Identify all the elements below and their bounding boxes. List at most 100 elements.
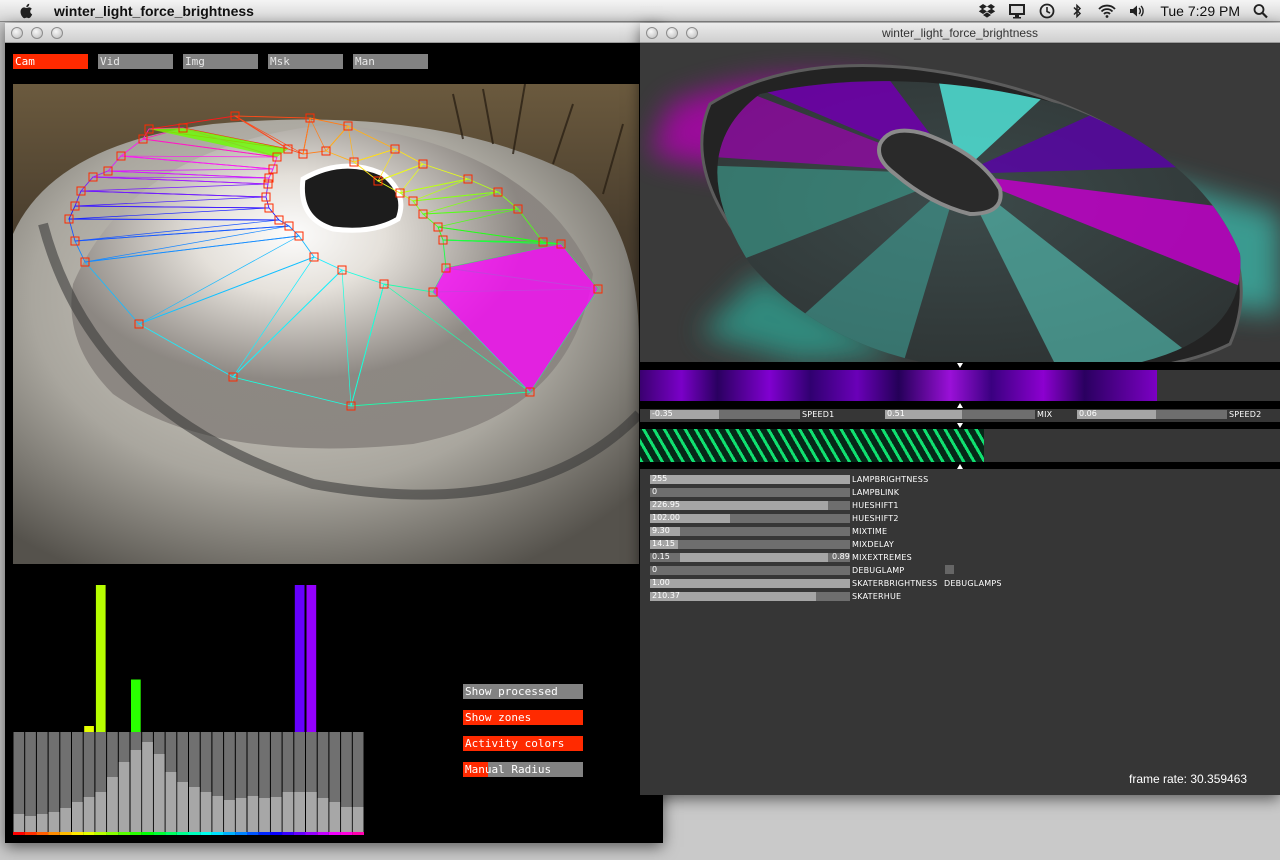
mixdelay-slider[interactable]: 14.15 — [650, 539, 850, 549]
zone-level-bar — [306, 792, 317, 832]
debuglamp-label: DEBUGLAMP — [852, 566, 905, 575]
zone-color-swatch — [282, 832, 294, 835]
speed2-slider[interactable]: 0.06 — [1077, 409, 1227, 419]
skaterhue-label: SKATERHUE — [852, 592, 902, 601]
zone-level-bar — [118, 762, 130, 832]
zone-color-swatch — [71, 832, 84, 835]
bluetooth-icon[interactable] — [1068, 3, 1086, 19]
zone-level-bar — [212, 796, 224, 832]
lampbrightness-slider[interactable]: 255 — [650, 474, 850, 484]
lampblink-value: 0 — [652, 487, 658, 496]
zone-color-swatch — [270, 832, 283, 835]
zone-level-bar — [48, 812, 60, 832]
zone-color-swatch — [176, 832, 189, 835]
zone-color-swatch — [118, 832, 130, 835]
hueshift2-slider[interactable]: 102.00 — [650, 513, 850, 523]
stripe-marker-bottom[interactable] — [957, 464, 963, 469]
zone-level-bar — [13, 814, 25, 832]
zone-color-swatch — [188, 832, 201, 835]
zone-activity-bar — [306, 585, 317, 732]
zone-color-swatch — [211, 832, 224, 835]
spotlight-search-icon[interactable] — [1252, 3, 1270, 19]
zone-color-swatch — [141, 832, 154, 835]
zone-level-bar — [341, 807, 352, 832]
dropbox-icon[interactable] — [978, 3, 996, 19]
zone-level-bar — [189, 787, 200, 832]
hueshift1-slider[interactable]: 226.95 — [650, 500, 850, 510]
menu-clock[interactable]: Tue 7:29 PM — [1160, 3, 1240, 19]
output-window: winter_light_force_brightness -0.35 SPEE… — [640, 23, 1280, 795]
window-controls — [11, 27, 63, 39]
skaterbrightness-label: SKATERBRIGHTNESS — [852, 579, 938, 588]
mixtime-slider[interactable]: 9.30 — [650, 526, 850, 536]
minimize-button[interactable] — [31, 27, 43, 39]
mode-button-man[interactable]: Man — [353, 54, 428, 69]
rink-preview-3d — [640, 44, 1280, 362]
frame-rate-readout: frame rate: 30.359463 — [1129, 772, 1248, 786]
stripe-marker-top[interactable] — [957, 423, 963, 428]
band-marker-bottom[interactable] — [957, 403, 963, 408]
mixextremes-range-slider[interactable]: 0.15 0.89 — [650, 552, 850, 562]
zone-color-swatch — [59, 832, 72, 835]
zone-level-bar — [270, 797, 282, 832]
tracking-window: Cam Vid Img Msk Man Show processed Show … — [5, 23, 663, 843]
lampblink-slider[interactable]: 0 — [650, 487, 850, 497]
manual-radius-toggle[interactable]: Manual Radius — [463, 762, 583, 777]
zoom-button[interactable] — [51, 27, 63, 39]
debuglamp-slider[interactable]: 0 — [650, 565, 850, 575]
show-zones-toggle[interactable]: Show zones — [463, 710, 583, 725]
mode-button-cam[interactable]: Cam — [13, 54, 88, 69]
camera-view[interactable] — [13, 84, 639, 564]
display-icon[interactable] — [1008, 3, 1026, 19]
skaterhue-slider[interactable]: 210.37 — [650, 591, 850, 601]
window-title: winter_light_force_brightness — [881, 26, 1039, 40]
mode-button-msk[interactable]: Msk — [268, 54, 343, 69]
zone-level-bar — [200, 792, 212, 832]
zone-level-bar — [142, 742, 153, 832]
speed1-slider[interactable]: -0.35 — [650, 409, 800, 419]
mode-button-vid[interactable]: Vid — [98, 54, 173, 69]
zone-activity-bar — [95, 585, 106, 732]
mixdelay-value: 14.15 — [652, 539, 675, 548]
zone-color-swatch — [36, 832, 49, 835]
apple-menu-icon[interactable] — [18, 2, 36, 20]
mix-slider[interactable]: 0.51 — [885, 409, 1035, 419]
debuglamps-label: DEBUGLAMPS — [944, 579, 1002, 588]
wifi-icon[interactable] — [1098, 3, 1117, 19]
mode-button-img[interactable]: Img — [183, 54, 258, 69]
band-marker-top[interactable] — [957, 363, 963, 368]
zone-color-swatch — [293, 832, 306, 835]
zone-color-swatch — [235, 832, 247, 835]
speed1-value: -0.35 — [652, 409, 673, 418]
zone-level-bar — [317, 798, 329, 832]
debuglamps-checkbox[interactable] — [945, 565, 954, 574]
tracking-window-titlebar[interactable] — [5, 23, 663, 43]
output-window-titlebar[interactable]: winter_light_force_brightness — [640, 23, 1280, 43]
activity-histogram — [13, 585, 364, 835]
debuglamp-value: 0 — [652, 565, 658, 574]
zone-color-swatch — [258, 832, 271, 835]
app-name-menu[interactable]: winter_light_force_brightness — [54, 3, 254, 19]
mix-value: 0.51 — [887, 409, 905, 418]
zone-level-bar — [130, 750, 142, 832]
zone-level-bar — [153, 754, 165, 832]
zone-activity-bar — [294, 585, 305, 732]
close-button[interactable] — [11, 27, 23, 39]
mixextremes-min-value: 0.15 — [652, 552, 670, 561]
zone-activity-bar — [131, 679, 141, 732]
zone-color-swatch — [328, 832, 341, 835]
volume-icon[interactable] — [1128, 3, 1146, 19]
stripe-band-preview — [640, 429, 984, 462]
activity-colors-toggle[interactable]: Activity colors — [463, 736, 583, 751]
zone-color-swatch — [130, 832, 142, 835]
zone-color-swatch — [83, 832, 95, 835]
zone-level-bar — [72, 802, 83, 832]
zone-level-bar — [235, 798, 247, 832]
skaterbrightness-slider[interactable]: 1.00 — [650, 578, 850, 588]
zone-level-bar — [95, 792, 107, 832]
time-machine-icon[interactable] — [1038, 3, 1056, 19]
hueshift1-value: 226.95 — [652, 500, 680, 509]
show-processed-toggle[interactable]: Show processed — [463, 684, 583, 699]
mixtime-value: 9.30 — [652, 526, 670, 535]
lampblink-label: LAMPBLINK — [852, 488, 900, 497]
